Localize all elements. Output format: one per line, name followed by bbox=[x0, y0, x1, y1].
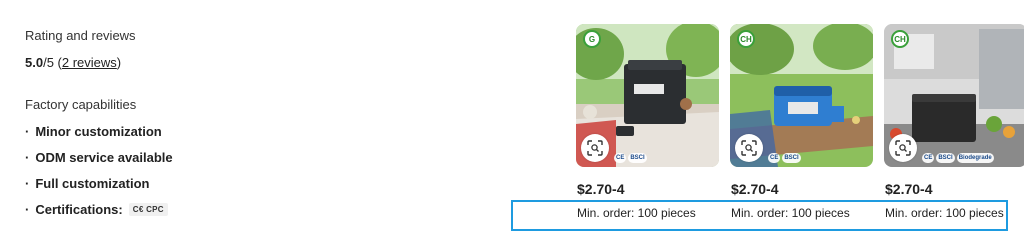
supplier-logo: G bbox=[583, 30, 601, 48]
capability-full-customization: · Full customization bbox=[25, 176, 149, 191]
capability-label: Certifications: bbox=[35, 202, 123, 217]
bullet: · bbox=[25, 202, 30, 217]
product-image[interactable]: G CE BSCI bbox=[576, 24, 719, 167]
cert-icon: CE bbox=[768, 153, 781, 163]
search-image-icon bbox=[895, 140, 911, 156]
rating-out-of: /5 ( bbox=[43, 55, 62, 70]
product-price: $2.70-4 bbox=[731, 181, 779, 197]
capability-label: Minor customization bbox=[35, 124, 162, 139]
rating-summary: 5.0/5 (2 reviews) bbox=[25, 55, 121, 70]
rating-heading: Rating and reviews bbox=[25, 28, 136, 43]
bullet: · bbox=[25, 150, 30, 165]
cert-label: Biodegrade bbox=[956, 153, 994, 163]
min-order: Min. order: 100 pieces bbox=[731, 206, 850, 220]
search-image-icon bbox=[587, 140, 603, 156]
capability-certifications: · Certifications: C€ CPC bbox=[25, 202, 168, 217]
cert-icon: CE bbox=[922, 153, 935, 163]
min-order: Min. order: 100 pieces bbox=[577, 206, 696, 220]
capability-minor-customization: · Minor customization bbox=[25, 124, 162, 139]
product-price: $2.70-4 bbox=[885, 181, 933, 197]
image-search-button[interactable] bbox=[581, 134, 609, 162]
capability-odm-service: · ODM service available bbox=[25, 150, 173, 165]
rating-close-paren: ) bbox=[116, 55, 122, 70]
search-image-icon bbox=[741, 140, 757, 156]
image-search-button[interactable] bbox=[735, 134, 763, 162]
supplier-logo: CH bbox=[737, 30, 755, 48]
product-image[interactable]: CH CE BSCI Biodegrade bbox=[884, 24, 1024, 167]
product-card-1[interactable]: G CE BSCI $2.70-4 Min. order: 100 pieces bbox=[576, 24, 719, 220]
product-price: $2.70-4 bbox=[577, 181, 625, 197]
product-card-2[interactable]: CH CE BSCI $2.70-4 Min. order: 100 piece… bbox=[730, 24, 873, 220]
image-search-button[interactable] bbox=[889, 134, 917, 162]
rating-score: 5.0 bbox=[25, 55, 44, 70]
bullet: · bbox=[25, 176, 30, 191]
supplier-logo: CH bbox=[891, 30, 909, 48]
cert-icon: CE bbox=[614, 153, 627, 163]
cert-label: BSCI bbox=[628, 153, 647, 163]
capabilities-heading: Factory capabilities bbox=[25, 97, 137, 112]
product-cert-icons: CE BSCI Biodegrade bbox=[922, 153, 994, 163]
capability-label: ODM service available bbox=[35, 150, 173, 165]
cert-label: BSCI bbox=[782, 153, 801, 163]
min-order: Min. order: 100 pieces bbox=[885, 206, 1004, 220]
reviews-link[interactable]: 2 reviews bbox=[62, 55, 117, 70]
product-cert-icons: CE BSCI bbox=[614, 153, 647, 163]
product-image[interactable]: CH CE BSCI bbox=[730, 24, 873, 167]
capability-label: Full customization bbox=[35, 176, 150, 191]
product-cert-icons: CE BSCI bbox=[768, 153, 801, 163]
cert-label: BSCI bbox=[936, 153, 955, 163]
ce-cpc-cert-badge: C€ CPC bbox=[128, 203, 168, 216]
product-card-3[interactable]: CH CE BSCI Biodegrade $2.70-4 Min. order… bbox=[884, 24, 1024, 220]
bullet: · bbox=[25, 124, 30, 139]
